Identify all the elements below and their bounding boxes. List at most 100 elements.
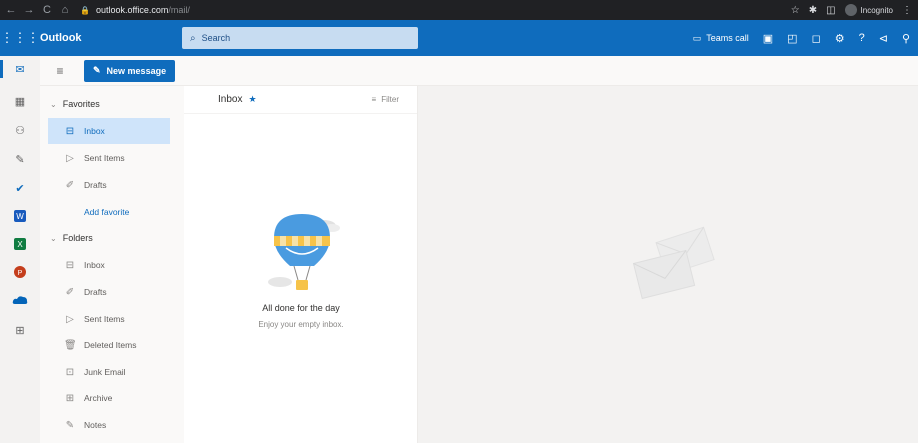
favorite-item-sent-items[interactable]: ▷ Sent Items (48, 145, 170, 171)
favorites-label: Favorites (62, 99, 100, 109)
reading-pane (419, 86, 918, 443)
todo-check-icon[interactable]: ✔ (12, 180, 28, 196)
home-icon[interactable]: ⌂ (58, 4, 72, 16)
inbox-icon: ⊟ (65, 125, 75, 137)
new-message-button[interactable]: ✎ New message (84, 59, 176, 82)
trash-icon: 🗑 (64, 339, 77, 351)
inbox-icon: ⊟ (65, 259, 75, 271)
pencil-icon: ✐ (65, 286, 75, 298)
notifications-icon[interactable]: ◻ (812, 32, 821, 45)
app-rail: ✉ ▦ ⚇ ✎ ✔ W X P ⊞ (0, 56, 40, 443)
mail-icon[interactable]: ✉ (12, 61, 28, 77)
search-box[interactable]: ⌕ Search (182, 27, 418, 49)
search-input[interactable]: Search (202, 33, 231, 43)
search-icon: ⌕ (190, 32, 196, 44)
filter-label: Filter (381, 95, 399, 104)
hamburger-menu-icon[interactable]: ≡ (48, 64, 72, 78)
junk-icon: ⊡ (65, 366, 75, 378)
folder-label: Inbox (84, 260, 105, 270)
send-icon: ▷ (66, 152, 74, 164)
folder-item-deleted-items[interactable]: 🗑 Deleted Items (48, 332, 170, 358)
more-apps-icon[interactable]: ⊞ (12, 322, 28, 338)
send-icon: ▷ (66, 313, 74, 325)
empty-state-subtitle: Enjoy your empty inbox. (258, 320, 344, 329)
folder-label: Archive (84, 393, 113, 403)
bookmark-star-icon[interactable]: ☆ (791, 5, 800, 16)
word-icon[interactable]: W (12, 208, 28, 224)
svg-text:W: W (16, 212, 24, 221)
app-header: ⋮⋮⋮ Outlook ⌕ Search ▭ Teams call ▣ ◰ ◻ … (0, 20, 918, 56)
incognito-icon (844, 4, 857, 16)
folder-item-archive[interactable]: ⊞ Archive (48, 385, 170, 411)
archive-icon: ⊞ (65, 392, 75, 404)
folder-label: Sent Items (84, 314, 125, 324)
more-menu-icon[interactable]: ⋮ (902, 5, 912, 16)
folder-label: Inbox (84, 126, 105, 136)
extensions-icon[interactable]: ✱ (809, 5, 817, 16)
message-list-header: Inbox ★ ≡ Filter (184, 86, 417, 114)
teams-icon[interactable]: ▣ (763, 32, 773, 45)
app-launcher-icon[interactable]: ⋮⋮⋮ (0, 30, 40, 46)
url-path: /mail/ (168, 5, 190, 15)
feedback-icon[interactable]: ⊲ (879, 32, 888, 45)
favorites-group-header[interactable]: ⌄ Favorites (50, 99, 100, 109)
folder-item-junk-email[interactable]: ⊡ Junk Email (48, 359, 170, 385)
folder-item-sent-items[interactable]: ▷ Sent Items (48, 306, 170, 332)
folder-item-inbox[interactable]: ⊟ Inbox (48, 252, 170, 278)
folder-label: Sent Items (84, 153, 125, 163)
sidepanel-icon[interactable]: ◫ (826, 5, 835, 16)
folder-pane: ⌄ Favorites ⊟ Inbox ▷ Sent Items ✐ Draft… (40, 86, 184, 443)
new-message-label: New message (106, 65, 167, 76)
svg-text:P: P (18, 270, 23, 277)
empty-state-title: All done for the day (262, 303, 340, 313)
my-day-icon[interactable]: ◰ (787, 32, 797, 45)
account-icon[interactable]: ⚲ (902, 32, 910, 45)
chevron-down-icon: ⌄ (50, 99, 57, 109)
favorite-item-drafts[interactable]: ✐ Drafts (48, 172, 170, 198)
people-icon[interactable]: ⚇ (12, 122, 28, 138)
svg-text:X: X (17, 240, 23, 249)
message-list: Inbox ★ ≡ Filter All done for the day En… (184, 86, 418, 443)
folder-label: Deleted Items (84, 340, 137, 350)
help-icon[interactable]: ? (859, 32, 865, 44)
rail-selection-indicator (0, 60, 3, 78)
favorite-item-inbox[interactable]: ⊟ Inbox (48, 118, 170, 144)
onedrive-icon[interactable] (12, 292, 28, 308)
back-icon[interactable]: ← (4, 4, 18, 16)
teams-call-label: Teams call (706, 33, 749, 43)
favorite-star-icon[interactable]: ★ (248, 94, 256, 105)
address-bar[interactable]: 🔒 outlook.office.com/mail/ (80, 2, 720, 18)
empty-inbox-balloon-illustration (268, 214, 340, 290)
app-title[interactable]: Outlook (40, 32, 182, 44)
excel-icon[interactable]: X (12, 236, 28, 252)
filter-icon: ≡ (371, 95, 377, 104)
incognito-indicator[interactable]: Incognito (844, 4, 893, 16)
lock-icon: 🔒 (80, 5, 90, 15)
teams-call-button[interactable]: ▭ Teams call (693, 33, 749, 44)
attach-icon[interactable]: ✎ (12, 151, 28, 167)
browser-toolbar: ← → C ⌂ 🔒 outlook.office.com/mail/ ☆ ✱ ◫… (0, 0, 918, 20)
note-icon: ✎ (65, 419, 75, 431)
folder-label: Drafts (84, 180, 107, 190)
folder-item-drafts[interactable]: ✐ Drafts (48, 279, 170, 305)
calendar-icon[interactable]: ▦ (12, 93, 28, 109)
folders-label: Folders (62, 233, 93, 243)
message-list-title: Inbox (218, 94, 243, 105)
folder-label: Junk Email (84, 367, 126, 377)
reload-icon[interactable]: C (40, 4, 54, 16)
settings-gear-icon[interactable]: ⚙ (835, 32, 845, 45)
powerpoint-icon[interactable]: P (12, 264, 28, 280)
pencil-icon: ✐ (65, 179, 75, 191)
folder-label: Notes (84, 420, 107, 430)
incognito-label: Incognito (860, 5, 893, 15)
folder-label: Drafts (84, 287, 107, 297)
chevron-down-icon: ⌄ (50, 233, 57, 243)
folders-group-header[interactable]: ⌄ Folders (50, 233, 93, 243)
envelope-illustration (632, 226, 715, 300)
forward-icon[interactable]: → (22, 4, 36, 16)
filter-button[interactable]: ≡ Filter (372, 95, 399, 104)
video-icon: ▭ (692, 32, 702, 43)
add-favorite-link[interactable]: Add favorite (84, 207, 129, 217)
folder-item-notes[interactable]: ✎ Notes (48, 412, 170, 438)
url-host: outlook.office.com (95, 5, 169, 15)
